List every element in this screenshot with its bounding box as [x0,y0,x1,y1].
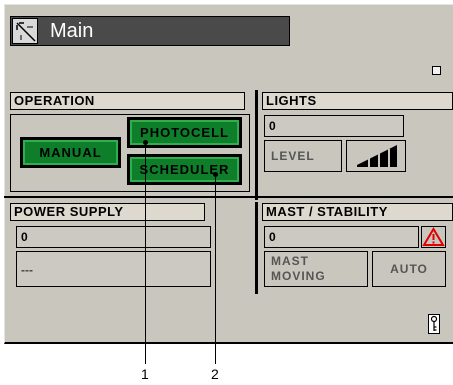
mast-moving-indicator: MAST MOVING [264,251,368,287]
power-supply-header: POWER SUPPLY [10,203,205,221]
callout-1-label: 1 [141,366,149,382]
callout-1-line [145,143,146,364]
mast-value-field: 0 [264,226,419,248]
lights-header: LIGHTS [262,92,453,110]
callout-2-label: 2 [211,366,219,382]
warning-icon [421,226,446,248]
power-supply-status-field: --- [16,251,211,287]
window-icon[interactable] [12,18,38,44]
section-divider [255,90,258,200]
lights-value-field: 0 [264,115,404,137]
auto-button[interactable]: AUTO [372,251,446,287]
callout-2-line [215,175,216,364]
level-button[interactable]: LEVEL [264,140,342,172]
section-divider-lower [255,202,258,294]
power-supply-value-field: 0 [16,226,211,248]
mast-stability-header: MAST / STABILITY [262,203,453,221]
row-divider [4,196,453,198]
mast-moving-line1: MAST [271,254,309,268]
manual-button[interactable]: MANUAL [20,137,121,168]
key-icon[interactable] [428,314,440,334]
window-title: Main [50,20,94,42]
mast-moving-line2: MOVING [271,269,326,283]
level-bars-icon[interactable] [346,140,406,172]
window-control-button[interactable] [432,66,441,75]
operation-header: OPERATION [10,92,245,110]
